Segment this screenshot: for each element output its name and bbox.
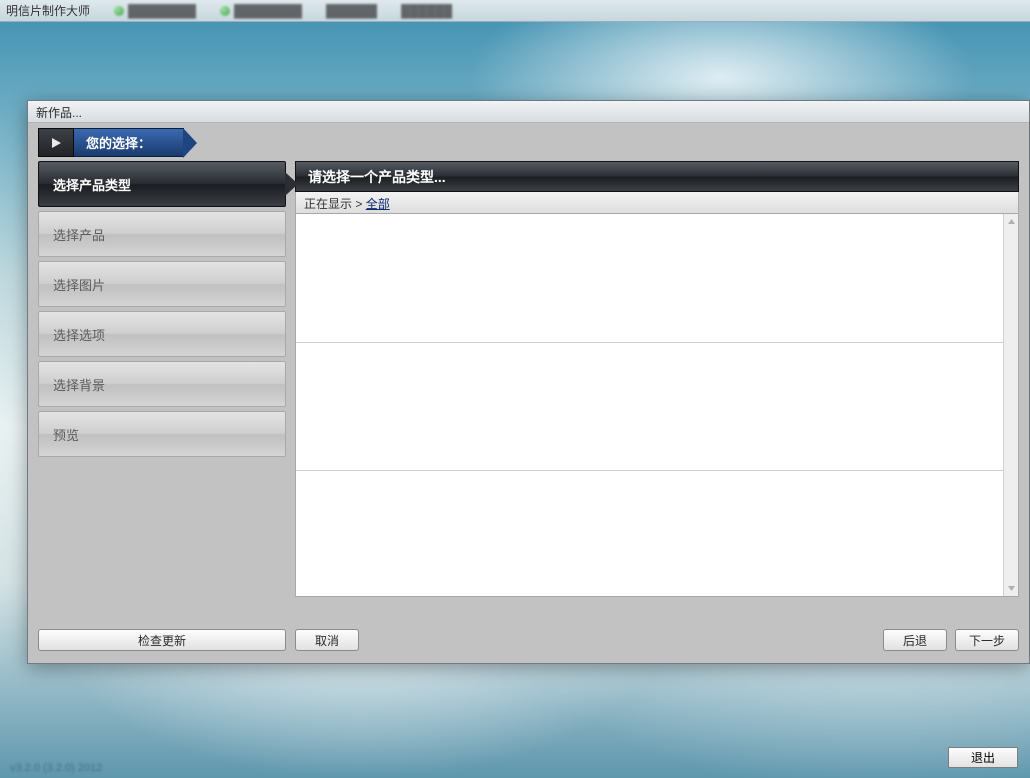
status-dot-icon — [114, 6, 124, 16]
cancel-button[interactable]: 取消 — [295, 629, 359, 651]
play-icon — [50, 137, 62, 149]
taskbar-item[interactable]: ████████ — [114, 4, 196, 18]
scrollbar[interactable] — [1003, 214, 1018, 596]
taskbar-item[interactable]: ██████ — [326, 4, 377, 18]
content-panel: 请选择一个产品类型... 正在显示 > 全部 — [295, 161, 1019, 597]
step-product[interactable]: 选择产品 — [38, 211, 286, 257]
next-button[interactable]: 下一步 — [955, 629, 1019, 651]
dialog-footer: 检查更新 取消 后退 下一步 — [38, 629, 1019, 653]
exit-button[interactable]: 退出 — [948, 747, 1018, 768]
taskbar-item[interactable]: ██████ — [401, 4, 452, 18]
step-sidebar: 选择产品类型 选择产品 选择图片 选择选项 选择背景 预览 — [38, 161, 286, 597]
breadcrumb-all-link[interactable]: 全部 — [366, 197, 390, 211]
list-separator — [296, 342, 1003, 343]
dialog-body: 您的选择： 选择产品类型 选择产品 选择图片 选择选项 选择背景 预览 请选择一… — [28, 123, 1029, 663]
dialog-titlebar[interactable]: 新作品... — [28, 101, 1029, 123]
content-header: 请选择一个产品类型... — [295, 161, 1019, 192]
taskbar-app-title: 明信片制作大师 — [6, 2, 90, 19]
step-background[interactable]: 选择背景 — [38, 361, 286, 407]
step-product-type[interactable]: 选择产品类型 — [38, 161, 286, 207]
dialog-title: 新作品... — [36, 106, 82, 120]
step-images[interactable]: 选择图片 — [38, 261, 286, 307]
your-choice-label: 您的选择： — [74, 128, 184, 157]
taskbar-item[interactable]: ████████ — [220, 4, 302, 18]
scroll-up[interactable] — [1004, 214, 1019, 229]
product-type-list[interactable] — [295, 214, 1019, 597]
status-dot-icon — [220, 6, 230, 16]
main-area: 选择产品类型 选择产品 选择图片 选择选项 选择背景 预览 请选择一个产品类型.… — [38, 161, 1019, 597]
new-work-dialog: 新作品... 您的选择： 选择产品类型 选择产品 选择图片 选择选项 — [27, 100, 1030, 664]
back-button[interactable]: 后退 — [883, 629, 947, 651]
desktop: 明信片制作大师 ████████ ████████ ██████ ██████ … — [0, 0, 1030, 778]
step-preview[interactable]: 预览 — [38, 411, 286, 457]
chevron-up-icon — [1008, 219, 1015, 224]
breadcrumb-bar: 正在显示 > 全部 — [295, 192, 1019, 214]
list-separator — [296, 470, 1003, 471]
version-watermark: v3.2.0 (3.2.0) 2012 — [10, 762, 102, 774]
breadcrumb-prefix: 正在显示 > — [304, 197, 366, 211]
choice-row: 您的选择： — [38, 128, 1019, 157]
scroll-down[interactable] — [1004, 581, 1019, 596]
step-options[interactable]: 选择选项 — [38, 311, 286, 357]
chevron-down-icon — [1008, 586, 1015, 591]
taskbar: 明信片制作大师 ████████ ████████ ██████ ██████ — [0, 0, 1030, 22]
play-button[interactable] — [38, 128, 74, 157]
check-update-button[interactable]: 检查更新 — [38, 629, 286, 651]
